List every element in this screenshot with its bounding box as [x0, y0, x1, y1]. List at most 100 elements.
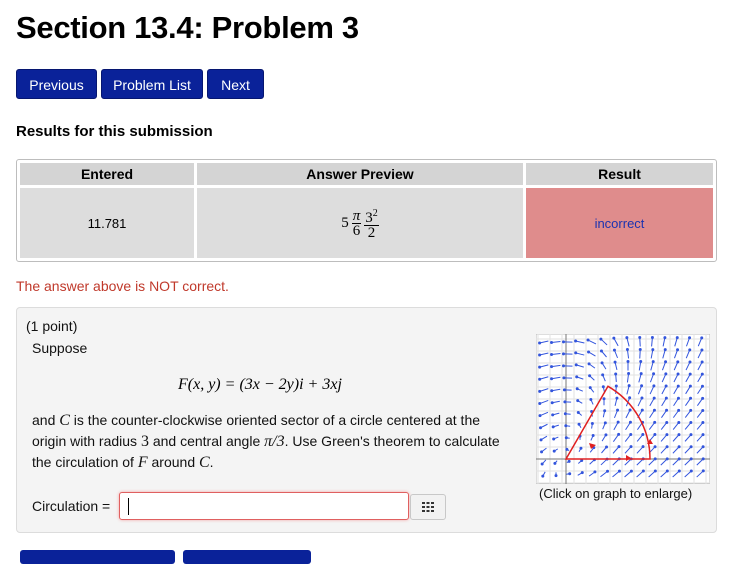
field-arrow-head — [602, 386, 604, 388]
field-arrow-head — [553, 438, 555, 440]
field-arrow-head — [555, 475, 557, 477]
field-arrow-head — [602, 374, 604, 376]
field-arrow-head — [613, 349, 615, 351]
field-rhs-b: + 3xj — [304, 376, 342, 393]
field-arrow-head — [541, 451, 543, 453]
field-arrow-head — [600, 350, 602, 352]
field-arrow-head — [614, 361, 616, 363]
field-arrow-head — [581, 460, 583, 462]
field-arrow-head — [678, 446, 680, 448]
field-arrow-head — [690, 397, 692, 399]
preview-coefficient: 5 — [341, 215, 349, 232]
field-arrow-head — [665, 385, 667, 387]
field-arrow-head — [654, 470, 656, 472]
answer-label: Circulation = — [32, 498, 110, 514]
field-arrow-head — [601, 362, 603, 364]
incorrect-message: The answer above is NOT correct. — [16, 278, 229, 294]
vector-field-equation: F(x, y) = (3x − 2y)i + 3xj — [178, 374, 342, 394]
preview-denominator-1: 6 — [353, 224, 361, 238]
field-arrow-head — [702, 446, 704, 448]
field-arrow-head — [563, 341, 565, 343]
field-arrow-head — [689, 337, 691, 339]
field-arrow-head — [690, 470, 692, 472]
field-arrow-head — [651, 337, 653, 339]
field-arrow-head — [677, 397, 679, 399]
field-arrow-head — [665, 397, 667, 399]
answer-preview: 5 π 6 32 2 — [197, 188, 523, 258]
field-arrow-head — [539, 342, 541, 344]
field-arrow-head — [566, 448, 568, 450]
field-arrow-head — [563, 377, 565, 379]
field-arrow-head — [666, 434, 668, 436]
field-arrow-head — [580, 447, 582, 449]
field-symbol: F — [138, 454, 148, 471]
field-arrow-head — [576, 388, 578, 390]
previous-button[interactable]: Previous — [16, 69, 97, 99]
field-arrow-head — [702, 409, 704, 411]
column-header-result: Result — [526, 163, 713, 185]
problem-list-button[interactable]: Problem List — [101, 69, 203, 99]
field-arrow-head — [677, 349, 679, 351]
field-arrow-head — [539, 390, 541, 392]
field-arrow-head — [552, 414, 554, 416]
field-arrow-head — [617, 421, 619, 423]
field-arrow-head — [568, 460, 570, 462]
field-arrow-head — [701, 385, 703, 387]
radius-value: 3 — [141, 433, 149, 450]
field-arrow-head — [629, 397, 631, 399]
field-arrow-head — [701, 373, 703, 375]
field-arrow-head — [666, 446, 668, 448]
field-arrow-head — [551, 366, 553, 368]
field-arrow-head — [702, 397, 704, 399]
page-title: Section 13.4: Problem 3 — [16, 10, 359, 46]
para-part-4: around — [148, 454, 199, 470]
field-arrow-head — [702, 434, 704, 436]
field-arrow-head — [690, 434, 692, 436]
field-arrow-head — [678, 458, 680, 460]
field-arrow-head — [640, 361, 642, 363]
field-arrow-head — [606, 446, 608, 448]
field-arrow-head — [690, 422, 692, 424]
field-arrow-head — [628, 385, 630, 387]
field-arrow-head — [539, 415, 541, 417]
field-arrow-head — [653, 397, 655, 399]
column-header-entered: Entered — [20, 163, 194, 185]
field-arrow-head — [592, 435, 594, 437]
field-arrow-head — [676, 337, 678, 339]
check-answers-button[interactable] — [20, 550, 175, 564]
field-arrow-head — [641, 409, 643, 411]
vector-field-graph[interactable] — [536, 334, 710, 484]
field-arrow-head — [642, 446, 644, 448]
preview-numerator-2: 3 — [365, 210, 373, 226]
field-arrow-head — [626, 337, 628, 339]
field-arrow-head — [542, 475, 544, 477]
submit-answers-button[interactable] — [183, 550, 311, 564]
field-arrow-head — [701, 349, 703, 351]
preview-exponent: 2 — [373, 208, 378, 219]
field-arrow-head — [553, 450, 555, 452]
field-arrow-head — [701, 361, 703, 363]
field-arrow-head — [654, 421, 656, 423]
preview-denominator-2: 2 — [368, 226, 376, 240]
table-row: 11.781 5 π 6 32 2 incorrect — [20, 188, 713, 258]
field-arrow-head — [577, 412, 579, 414]
field-arrow-head — [604, 410, 606, 412]
field-arrow-head — [630, 446, 632, 448]
field-arrow-head — [653, 409, 655, 411]
field-arrow-head — [576, 376, 578, 378]
field-arrow-head — [666, 421, 668, 423]
entered-value: 11.781 — [20, 188, 194, 258]
field-arrow-head — [551, 390, 553, 392]
field-arrow-head — [540, 427, 542, 429]
field-arrow-head — [539, 354, 541, 356]
field-arrow-head — [629, 409, 631, 411]
keyboard-grid-icon[interactable] — [410, 494, 446, 520]
circulation-input[interactable] — [119, 492, 409, 520]
field-arrow-head — [641, 385, 643, 387]
field-arrow-head — [702, 458, 704, 460]
curve-symbol-2: C — [199, 454, 210, 471]
field-arrow-head — [689, 385, 691, 387]
field-arrow-head — [604, 422, 606, 424]
next-button[interactable]: Next — [207, 69, 264, 99]
para-part-2: and central angle — [149, 433, 264, 449]
